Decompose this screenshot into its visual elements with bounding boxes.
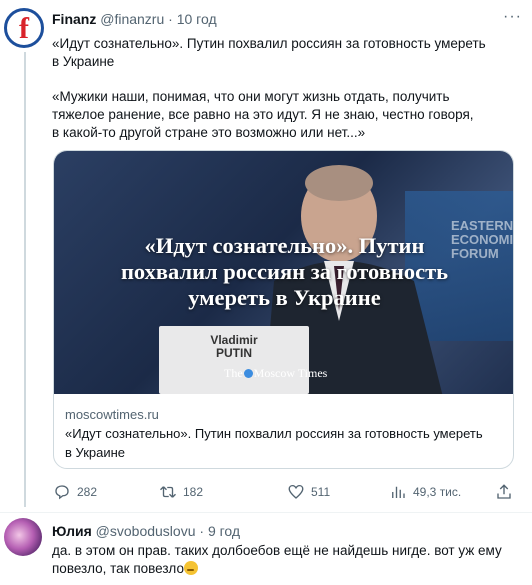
card-domain[interactable]: moscowtimes.ru — [65, 405, 505, 424]
reply-count: 282 — [77, 485, 98, 499]
name-plate: Vladimir PUTIN — [159, 326, 309, 394]
reply-text: да. в этом он прав. таких долбоебов ещё … — [52, 543, 502, 576]
grimace-emoji-icon — [183, 561, 198, 575]
tweet-actions: 282 182 511 49,3 тис. — [53, 482, 523, 502]
reply-header: Юлия @svoboduslovu · 9 год — [52, 522, 240, 540]
card-image[interactable]: EASTERN ECONOMIC FORUM Vladimir PUTIN «И… — [54, 151, 513, 394]
heart-icon — [288, 484, 304, 499]
reply-button[interactable]: 282 — [53, 482, 97, 502]
reply-icon — [55, 485, 69, 500]
card-title[interactable]: «Идут сознательно». Путин похвалил росси… — [65, 424, 505, 462]
more-icon[interactable]: ··· — [503, 8, 522, 26]
author-handle[interactable]: @finanzru — [100, 11, 164, 27]
moscow-times-logo: The Moscow Times — [224, 366, 328, 380]
card-headline: «Идут сознательно». Путин похвалил росси… — [120, 233, 449, 310]
tweet-quote-text: «Мужики наши, понимая, что они могут жиз… — [52, 89, 474, 140]
separator-dot: · — [168, 11, 173, 27]
views-button[interactable]: 49,3 тис. — [389, 482, 461, 502]
views-count: 49,3 тис. — [413, 485, 462, 499]
like-count: 511 — [311, 485, 331, 499]
like-button[interactable]: 511 — [287, 482, 330, 502]
tweet-header: Finanz @finanzru · 10 год — [52, 10, 217, 28]
retweet-icon — [160, 486, 176, 498]
retweet-count: 182 — [183, 485, 204, 499]
thread-line — [24, 52, 26, 507]
share-icon — [497, 484, 511, 499]
share-button[interactable] — [495, 482, 513, 502]
reply-author-name[interactable]: Юлия — [52, 523, 92, 539]
reply-avatar[interactable] — [4, 518, 42, 556]
tweet-divider — [0, 512, 532, 513]
reply-time[interactable]: 9 год — [208, 523, 240, 539]
reply-author-handle[interactable]: @svoboduslovu — [96, 523, 196, 539]
card-meta[interactable]: moscowtimes.ru «Идут сознательно». Путин… — [65, 405, 505, 462]
tweet-text: «Идут сознательно». Путин похвалил росси… — [52, 36, 486, 69]
link-card[interactable]: EASTERN ECONOMIC FORUM Vladimir PUTIN «И… — [53, 150, 514, 469]
views-icon — [392, 486, 405, 498]
retweet-button[interactable]: 182 — [159, 482, 203, 502]
tweet-time[interactable]: 10 год — [177, 11, 217, 27]
author-name[interactable]: Finanz — [52, 11, 96, 27]
author-avatar[interactable]: f — [4, 8, 44, 48]
separator-dot: · — [199, 523, 205, 539]
globe-icon — [243, 369, 253, 378]
